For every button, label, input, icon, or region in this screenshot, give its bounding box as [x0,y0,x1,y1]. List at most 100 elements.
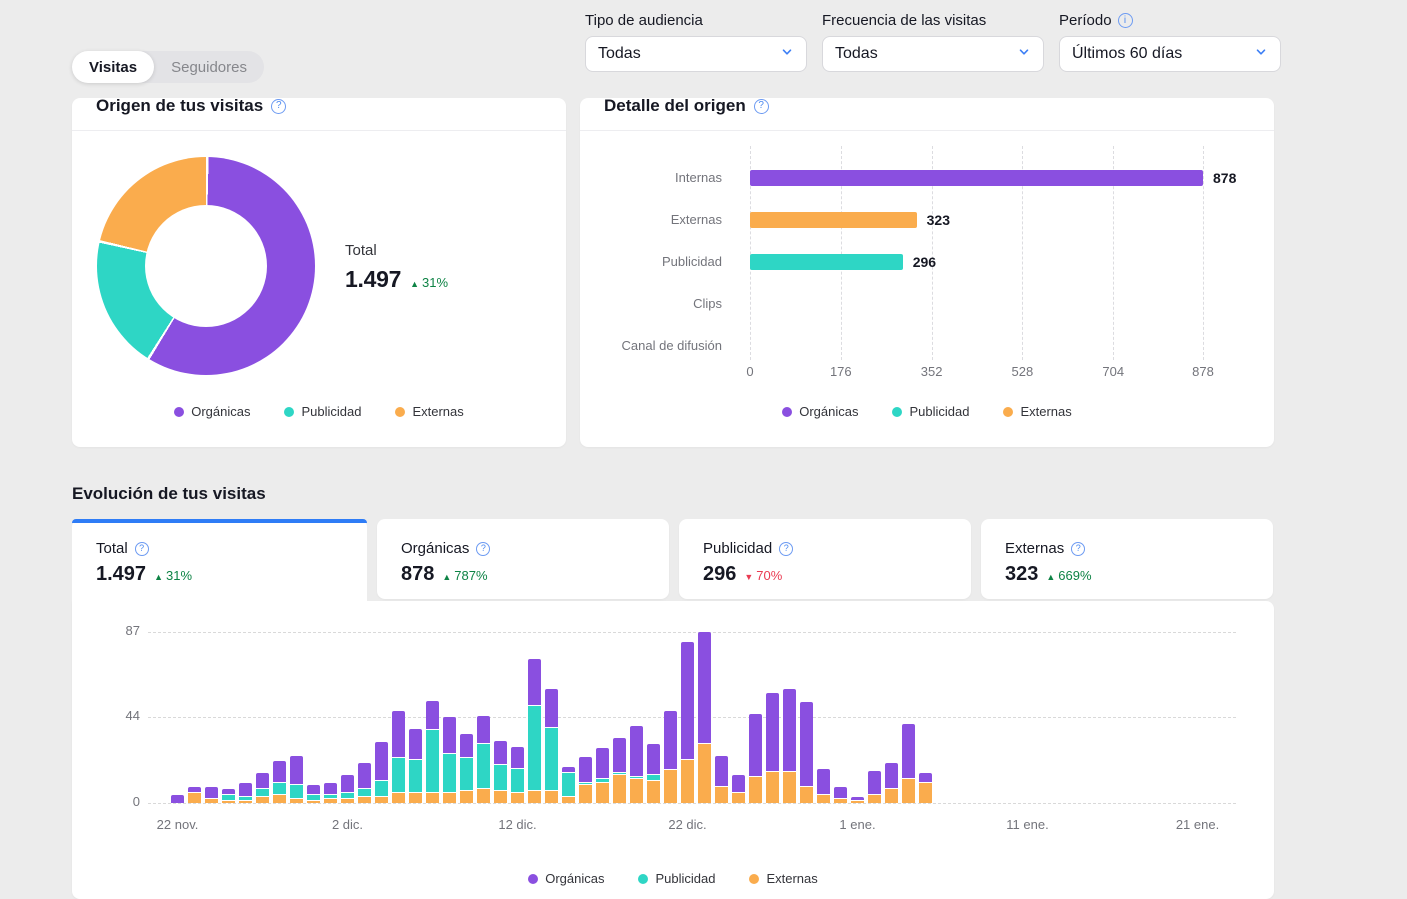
bar-segment-orgánicas [205,787,218,799]
bar-segment-publicidad [256,789,269,797]
delta-badge: ▲669% [1046,568,1091,583]
stacked-bar [783,689,796,803]
bar-segment-externas [834,799,847,803]
category-label: Internas [604,169,722,187]
tab-seguidores[interactable]: Seguidores [154,51,264,83]
x-axis-tick-label: 12 dic. [478,817,558,832]
stacked-bar [273,761,286,803]
delta-badge: ▼70% [744,568,782,583]
filter-dropdown-1[interactable]: Todas [822,36,1044,72]
stacked-bar [222,789,235,803]
bar-segment-externas [868,795,881,803]
origin-card-title-row: Origen de tus visitas ? [96,98,286,121]
help-icon[interactable]: ? [135,542,149,556]
tab-value: 1.497 [96,563,146,586]
bar-segment-externas [426,793,439,803]
stacked-bar [834,787,847,803]
tab-label-row: Total? [96,540,367,557]
filter-dropdown-2[interactable]: Últimos 60 días [1059,36,1281,72]
bar-segment-orgánicas [579,757,592,783]
evolution-tabs: Total?1.497▲31%Orgánicas?878▲787%Publici… [72,519,1274,601]
bar-segment-orgánicas [698,632,711,744]
x-axis-tick-label: 352 [902,364,962,379]
filter-label: Períodoi [1059,12,1281,29]
filter-dropdown-0[interactable]: Todas [585,36,807,72]
stacked-bar [885,763,898,803]
bar-segment-externas [273,795,286,803]
bar-segment-publicidad [443,754,456,793]
bar-segment-orgánicas [630,726,643,777]
stacked-bar [545,689,558,803]
x-axis-tick-label: 2 dic. [308,817,388,832]
stacked-bar [477,716,490,803]
delta-badge: ▲787% [442,568,487,583]
bar-segment-externas [715,787,728,803]
evolution-tab-orgánicas[interactable]: Orgánicas? 878▲787% [377,519,669,599]
bar-segment-publicidad [375,781,388,797]
bar-externas [750,212,917,228]
help-icon[interactable]: ? [476,542,490,556]
info-icon[interactable]: i [1118,13,1133,28]
stacked-bar [817,769,830,803]
stacked-bar [528,659,541,803]
total-label: Total [345,242,448,259]
category-label: Clips [604,295,722,313]
donut-hole [145,205,267,327]
detail-card: Detalle del origen ? 0176352528704878Int… [580,98,1274,447]
tab-value-row: 878▲787% [401,563,669,586]
tab-visitas[interactable]: Visitas [72,51,154,83]
evolution-tab-externas[interactable]: Externas?323▲669% [981,519,1273,599]
legend-dot-icon [749,874,759,884]
analytics-page: Tipo de audienciaTodas Frecuencia de las … [0,0,1407,899]
evolution-tab-publicidad[interactable]: Publicidad?296▼70% [679,519,971,599]
stacked-bar [426,701,439,803]
bar-segment-externas [494,791,507,803]
stacked-bar [511,747,524,803]
bar-segment-orgánicas [528,659,541,706]
up-arrow-icon: ▲ [410,279,419,289]
tab-label: Orgánicas [401,540,469,557]
up-arrow-icon: ▲ [1046,572,1055,582]
help-icon[interactable]: ? [779,542,793,556]
stacked-bar [681,642,694,803]
bar-segment-orgánicas [681,642,694,760]
delta-value: 70% [756,568,782,583]
stacked-bar [647,744,660,803]
bar-segment-externas [664,770,677,803]
bar-segment-orgánicas [766,693,779,772]
total-value: 1.497 [345,266,401,293]
bar-segment-externas [817,795,830,803]
bar-segment-externas [766,772,779,803]
help-icon[interactable]: ? [1071,542,1085,556]
help-icon[interactable]: ? [271,99,286,114]
bar-segment-orgánicas [664,711,677,770]
delta-value: 669% [1058,568,1091,583]
bar-segment-publicidad [545,728,558,791]
legend-dot-icon [892,407,902,417]
evolution-tab-total[interactable]: Total?1.497▲31% [72,519,367,601]
bar-segment-externas [307,801,320,803]
filter-label: Frecuencia de las visitas [822,12,1044,29]
bar-segment-externas [919,783,932,803]
bar-segment-orgánicas [885,763,898,789]
stacked-bar [409,729,422,803]
gridline [1203,146,1204,360]
legend-label: Externas [412,404,463,419]
bar-segment-orgánicas [919,773,932,783]
bar-segment-publicidad [409,760,422,793]
bar-segment-orgánicas [324,783,337,795]
bar-segment-orgánicas [868,771,881,795]
filter-group-0: Tipo de audienciaTodas [585,12,807,72]
legend-label: Orgánicas [545,871,604,886]
tab-value-row: 296▼70% [703,563,971,586]
bar-internas [750,170,1203,186]
bar-value-label: 323 [927,212,950,228]
down-arrow-icon: ▼ [744,572,753,582]
bar-publicidad [750,254,903,270]
stacked-bar [562,767,575,803]
view-switcher: Visitas Seguidores [72,51,264,83]
stacked-bar [630,726,643,803]
bar-segment-orgánicas [545,689,558,728]
y-axis-tick-label: 44 [100,708,140,723]
stacked-bar [171,795,184,803]
